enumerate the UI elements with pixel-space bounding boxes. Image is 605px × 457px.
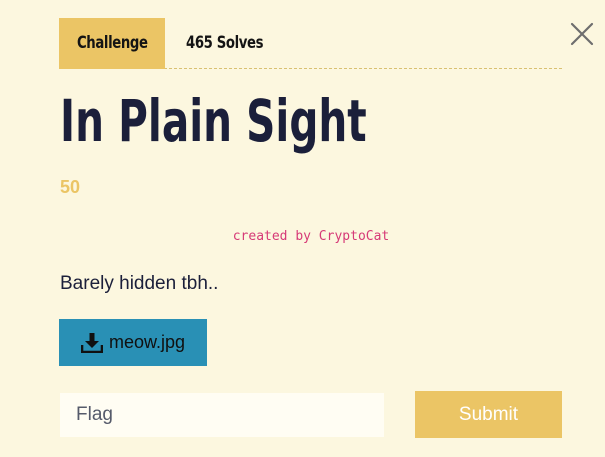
flag-input[interactable] [60,393,384,437]
tab-challenge-label: Challenge [76,33,148,53]
file-download-button[interactable]: meow.jpg [59,319,207,366]
modal-tabs: Challenge 465 Solves [59,18,562,69]
challenge-author: created by CryptoCat [232,229,390,244]
tab-solves-label: 465 Solves [186,33,264,53]
download-icon [81,332,103,353]
close-button[interactable] [568,20,596,48]
challenge-title: In Plain Sight [60,87,367,155]
file-name: meow.jpg [109,332,186,352]
challenge-points: 50 [60,177,81,197]
submit-button[interactable]: Submit [415,391,562,438]
challenge-description: Barely hidden tbh.. [60,273,219,294]
tab-solves[interactable]: 465 Solves [186,18,285,69]
tab-challenge[interactable]: Challenge [59,18,165,69]
close-icon [570,22,594,46]
